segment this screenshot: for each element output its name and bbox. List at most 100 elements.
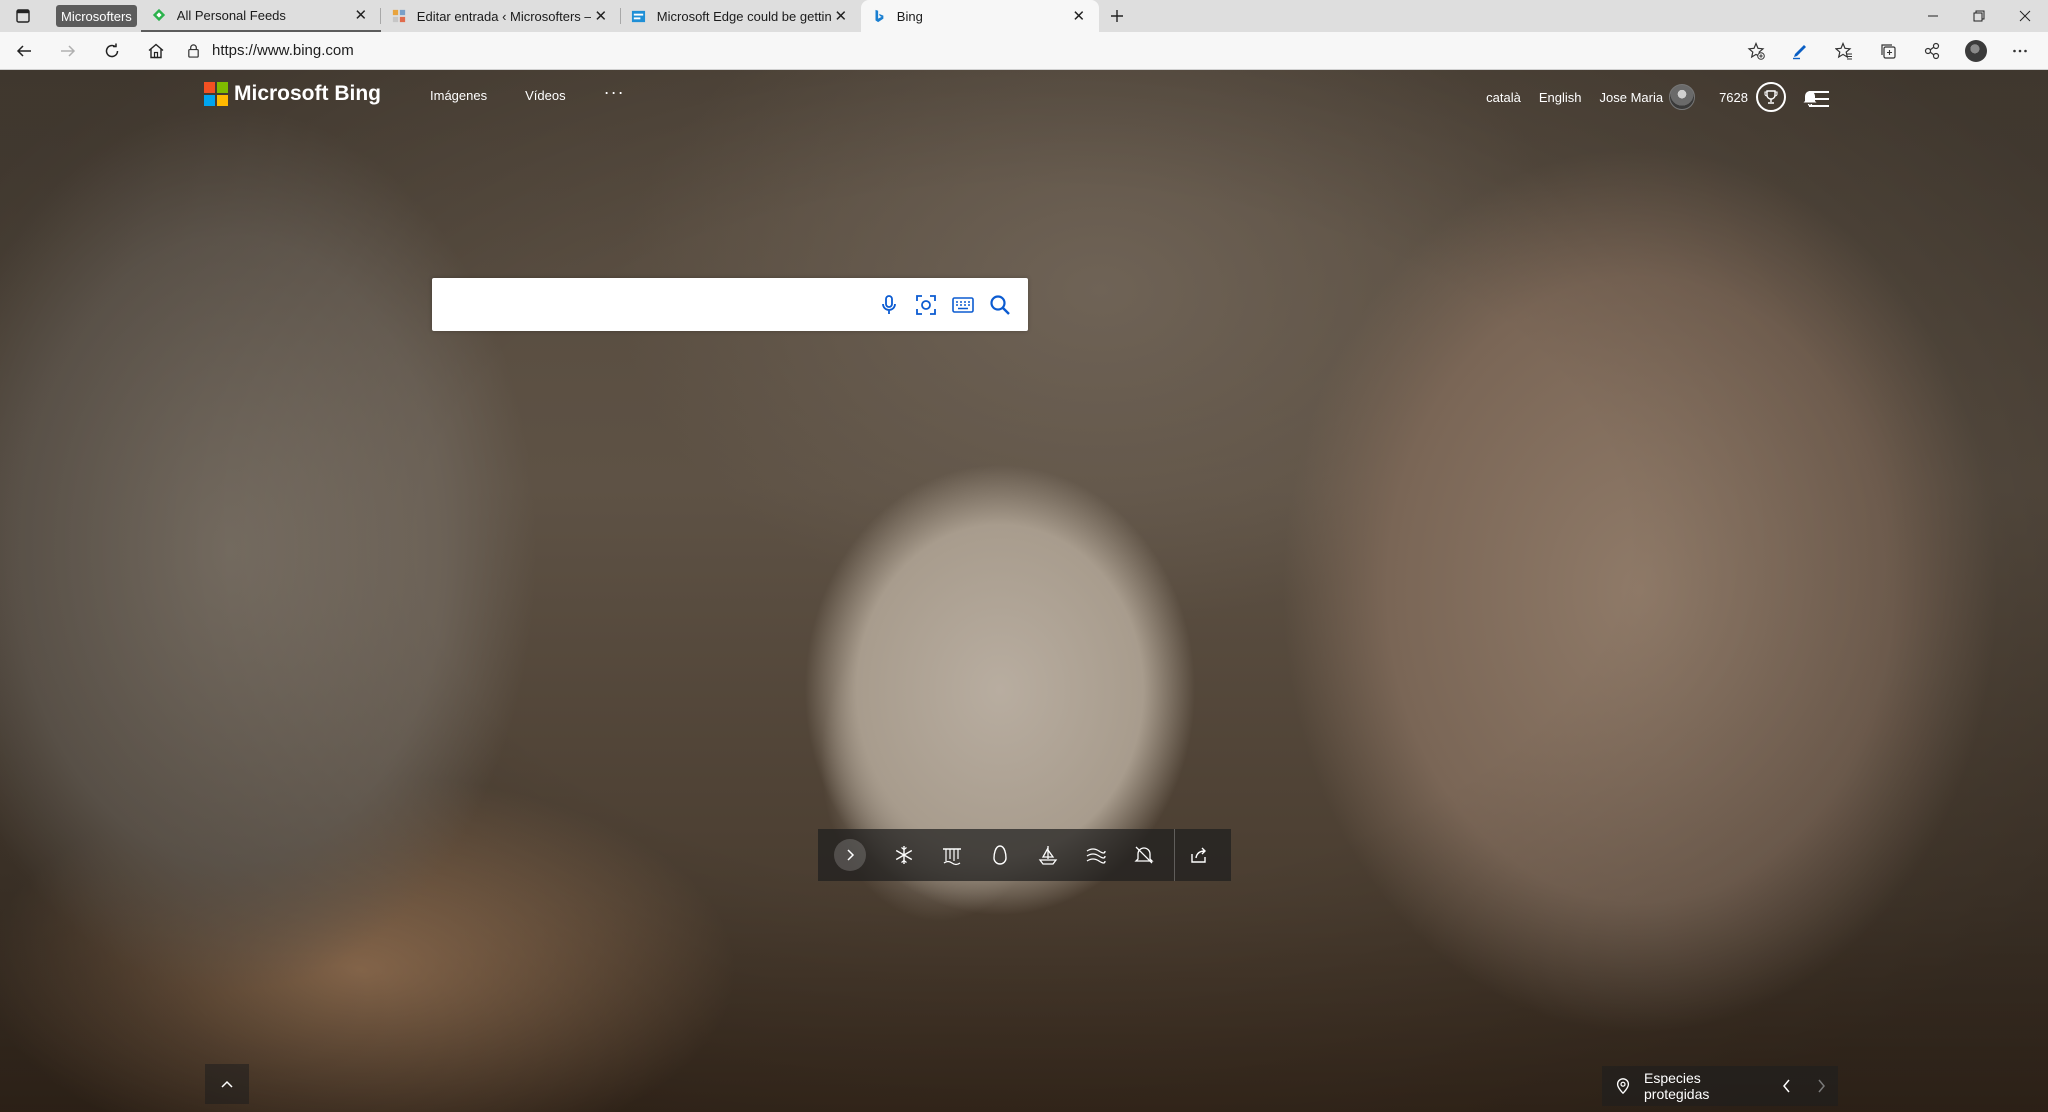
restore-button[interactable] — [1956, 0, 2002, 32]
settings-more-button[interactable] — [1998, 34, 2042, 68]
tab-title: Bing — [896, 8, 923, 24]
tab-bing[interactable]: Bing ✕ — [860, 0, 1099, 32]
search-input[interactable] — [444, 288, 864, 321]
forward-button[interactable] — [48, 34, 88, 68]
favorites-icon — [1835, 41, 1852, 60]
hamburger-icon — [1809, 91, 1829, 107]
user-name[interactable]: Jose Maria — [1600, 90, 1664, 105]
nav-videos[interactable]: Vídeos — [525, 88, 565, 103]
bar-button-waterfall[interactable] — [928, 835, 976, 875]
tab-editar-entrada[interactable]: Editar entrada ‹ Microsofters — W ✕ — [381, 0, 621, 32]
search-icon — [989, 295, 1010, 315]
background-image — [0, 70, 2048, 1112]
restore-icon — [1973, 10, 1985, 22]
close-window-button[interactable] — [2002, 0, 2048, 32]
lang-english-link[interactable]: English — [1539, 90, 1582, 105]
previous-image-button[interactable] — [1770, 1066, 1804, 1106]
tab-title: Editar entrada ‹ Microsofters — W — [416, 8, 591, 24]
tab-actions-icon — [16, 9, 30, 23]
address-text[interactable]: https://www.bing.com — [212, 42, 354, 59]
bar-button-wind[interactable] — [1072, 835, 1120, 875]
scroll-up-button[interactable] — [205, 1064, 249, 1104]
background-vignette — [0, 70, 2048, 1112]
bar-button-snowflake[interactable] — [880, 835, 928, 875]
voice-search-button[interactable] — [870, 290, 907, 320]
close-icon[interactable]: ✕ — [351, 5, 371, 25]
address-bar[interactable]: https://www.bing.com — [186, 36, 1726, 66]
profile-button[interactable] — [1954, 34, 1998, 68]
wordpress-icon — [391, 8, 407, 24]
search-box — [432, 278, 1028, 331]
share-image-button[interactable] — [1175, 835, 1223, 875]
share-button[interactable] — [1910, 34, 1954, 68]
location-pin-icon — [1614, 1076, 1634, 1096]
next-image-button[interactable] — [1804, 1066, 1838, 1106]
keyboard-button[interactable] — [944, 290, 981, 320]
visual-search-button[interactable] — [907, 290, 944, 320]
bar-button-egg[interactable] — [976, 835, 1024, 875]
bing-header: Microsoft Bing Imágenes Vídeos ··· catal… — [0, 70, 2048, 120]
close-icon[interactable]: ✕ — [831, 6, 851, 26]
wind-icon — [1086, 848, 1106, 864]
news-icon — [631, 8, 647, 24]
minimize-button[interactable] — [1910, 0, 1956, 32]
close-icon[interactable]: ✕ — [591, 6, 611, 26]
plus-icon — [1110, 10, 1123, 22]
more-horizontal-icon — [2013, 49, 2027, 52]
microsoft-logo-icon — [204, 82, 228, 106]
star-add-icon — [1747, 41, 1765, 60]
toolbar-actions — [1734, 34, 2042, 68]
waterfall-icon — [943, 848, 961, 866]
collections-icon — [1881, 43, 1896, 59]
menu-button[interactable] — [1804, 84, 1834, 114]
home-button[interactable] — [136, 34, 176, 68]
chevron-right-icon — [1818, 1079, 1825, 1093]
lang-catala-link[interactable]: català — [1486, 90, 1521, 105]
add-favorite-button[interactable] — [1734, 34, 1778, 68]
keyboard-icon — [951, 297, 974, 313]
snowflake-icon — [895, 846, 913, 864]
arrow-right-icon — [61, 44, 76, 57]
nav-images[interactable]: Imágenes — [430, 88, 487, 103]
bar-button-boat[interactable] — [1024, 835, 1072, 875]
rewards-medal-button[interactable] — [1756, 82, 1786, 112]
chevron-up-icon — [221, 1080, 233, 1088]
window-controls — [1910, 0, 2048, 32]
pen-extension-icon — [1793, 44, 1806, 59]
nav-more[interactable]: ··· — [604, 82, 625, 103]
back-button[interactable] — [4, 34, 44, 68]
refresh-icon — [105, 43, 119, 57]
tab-strip: Microsofters All Personal Feeds ✕ Editar… — [0, 0, 2048, 32]
search-button[interactable] — [981, 290, 1018, 320]
feedly-icon — [151, 7, 167, 23]
tab-edge-news[interactable]: Microsoft Edge could be getting a ✕ — [621, 0, 861, 32]
bing-nav: Imágenes Vídeos ··· — [430, 82, 625, 103]
bell-slash-icon — [1134, 846, 1154, 864]
minimize-icon — [1928, 15, 1938, 17]
sailboat-icon — [1038, 846, 1058, 865]
collections-button[interactable] — [1866, 34, 1910, 68]
arrow-left-icon — [16, 44, 31, 57]
extension-button[interactable] — [1778, 34, 1822, 68]
expand-info-button[interactable] — [834, 839, 866, 871]
chevron-right-icon — [847, 849, 855, 861]
refresh-button[interactable] — [92, 34, 132, 68]
favorites-button[interactable] — [1822, 34, 1866, 68]
tab-all-personal-feeds[interactable]: All Personal Feeds ✕ — [140, 0, 381, 32]
lock-icon[interactable] — [186, 43, 202, 59]
profile-avatar — [1965, 39, 1987, 62]
rewards-points[interactable]: 7628 — [1719, 90, 1748, 105]
home-icon — [148, 43, 164, 58]
microphone-icon — [881, 295, 896, 314]
share-icon — [1191, 847, 1206, 863]
new-tab-button[interactable] — [1099, 0, 1135, 32]
search-actions — [870, 290, 1018, 320]
location-label[interactable]: Especies protegidas — [1644, 1070, 1770, 1102]
tab-actions-button[interactable] — [0, 0, 46, 32]
tab-group-label[interactable]: Microsofters — [56, 5, 137, 27]
bing-logo[interactable]: Microsoft Bing — [204, 82, 381, 106]
close-icon[interactable]: ✕ — [1069, 6, 1089, 26]
browser-toolbar: https://www.bing.com — [0, 32, 2048, 70]
user-avatar[interactable] — [1669, 84, 1696, 110]
bar-button-alert[interactable] — [1120, 835, 1168, 875]
